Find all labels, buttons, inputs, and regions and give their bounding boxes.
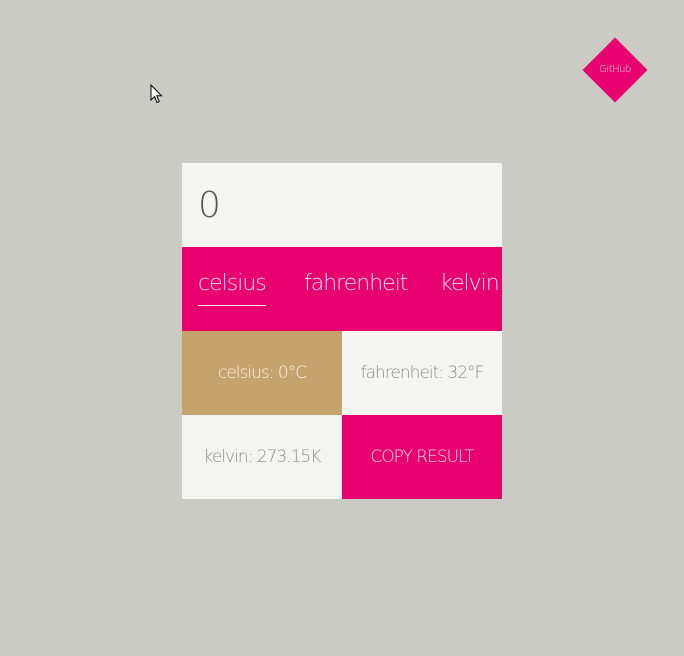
unit-tab-kelvin[interactable]: kelvin xyxy=(440,271,500,305)
temperature-input[interactable] xyxy=(182,163,502,247)
github-label: GitHub xyxy=(599,64,631,75)
result-fahrenheit: fahrenheit: 32°F xyxy=(342,331,502,415)
unit-selector: celsius fahrenheit kelvin xyxy=(182,247,502,331)
result-celsius: celsius: 0°C xyxy=(182,331,342,415)
mouse-cursor-icon xyxy=(150,84,163,104)
github-link[interactable]: GitHub xyxy=(582,37,648,103)
copy-result-button[interactable]: COPY RESULT xyxy=(342,415,502,499)
unit-tab-fahrenheit[interactable]: fahrenheit xyxy=(304,271,408,305)
unit-tab-celsius[interactable]: celsius xyxy=(198,271,267,306)
temperature-converter: celsius fahrenheit kelvin celsius: 0°C f… xyxy=(182,163,502,499)
temperature-input-row xyxy=(182,163,502,247)
result-kelvin: kelvin: 273.15K xyxy=(182,415,342,499)
